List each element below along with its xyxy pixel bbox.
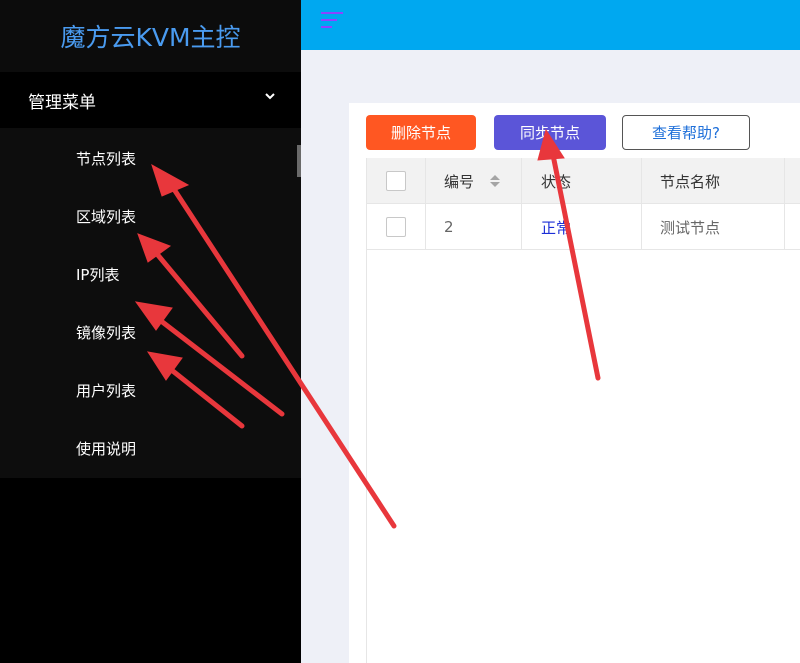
- app-title: 魔方云KVM主控: [0, 0, 301, 72]
- table-header: 编号 状态 节点名称: [367, 158, 800, 204]
- table-row: 2 正常 测试节点: [367, 204, 800, 250]
- row-id: 2: [444, 218, 454, 236]
- chevron-down-icon: [265, 93, 275, 100]
- content-panel: 删除节点 同步节点 查看帮助? 编号 状态 节点名称 2 正常 测试节点: [349, 103, 800, 663]
- sidebar-menu-header[interactable]: 管理菜单: [0, 73, 301, 128]
- select-all-checkbox[interactable]: [386, 171, 406, 191]
- sidebar-item-node-list[interactable]: 节点列表: [0, 129, 297, 187]
- menu-icon[interactable]: [321, 12, 345, 30]
- sidebar: 魔方云KVM主控 管理菜单 节点列表 区域列表 IP列表 镜像列表 用户列表 使…: [0, 0, 301, 663]
- column-header-id[interactable]: 编号: [444, 158, 474, 204]
- column-header-node-name: 节点名称: [660, 172, 721, 191]
- sidebar-scrollbar[interactable]: [297, 145, 301, 177]
- sidebar-item-label: 镜像列表: [76, 323, 137, 342]
- sidebar-item-label: 区域列表: [76, 207, 137, 226]
- top-bar: [301, 0, 800, 50]
- row-checkbox[interactable]: [386, 217, 406, 237]
- delete-node-button[interactable]: 删除节点: [366, 115, 476, 150]
- column-header-status: 状态: [541, 172, 572, 191]
- sidebar-item-label: 用户列表: [76, 381, 137, 400]
- sync-node-button[interactable]: 同步节点: [494, 115, 606, 150]
- sidebar-item-instructions[interactable]: 使用说明: [0, 419, 297, 477]
- sidebar-item-region-list[interactable]: 区域列表: [0, 187, 297, 245]
- sidebar-item-ip-list[interactable]: IP列表: [0, 245, 297, 303]
- sidebar-item-user-list[interactable]: 用户列表: [0, 361, 297, 419]
- sidebar-item-label: 使用说明: [76, 439, 137, 458]
- row-status: 正常: [541, 218, 572, 237]
- menu-header-label: 管理菜单: [28, 93, 96, 113]
- sort-icon[interactable]: [489, 174, 501, 188]
- row-node-name: 测试节点: [660, 218, 721, 237]
- sidebar-item-label: IP列表: [76, 265, 120, 284]
- help-button[interactable]: 查看帮助?: [622, 115, 750, 150]
- sidebar-item-label: 节点列表: [76, 149, 137, 168]
- sidebar-item-image-list[interactable]: 镜像列表: [0, 303, 297, 361]
- node-table: 编号 状态 节点名称 2 正常 测试节点: [366, 158, 800, 663]
- sidebar-submenu: 节点列表 区域列表 IP列表 镜像列表 用户列表 使用说明: [0, 128, 301, 478]
